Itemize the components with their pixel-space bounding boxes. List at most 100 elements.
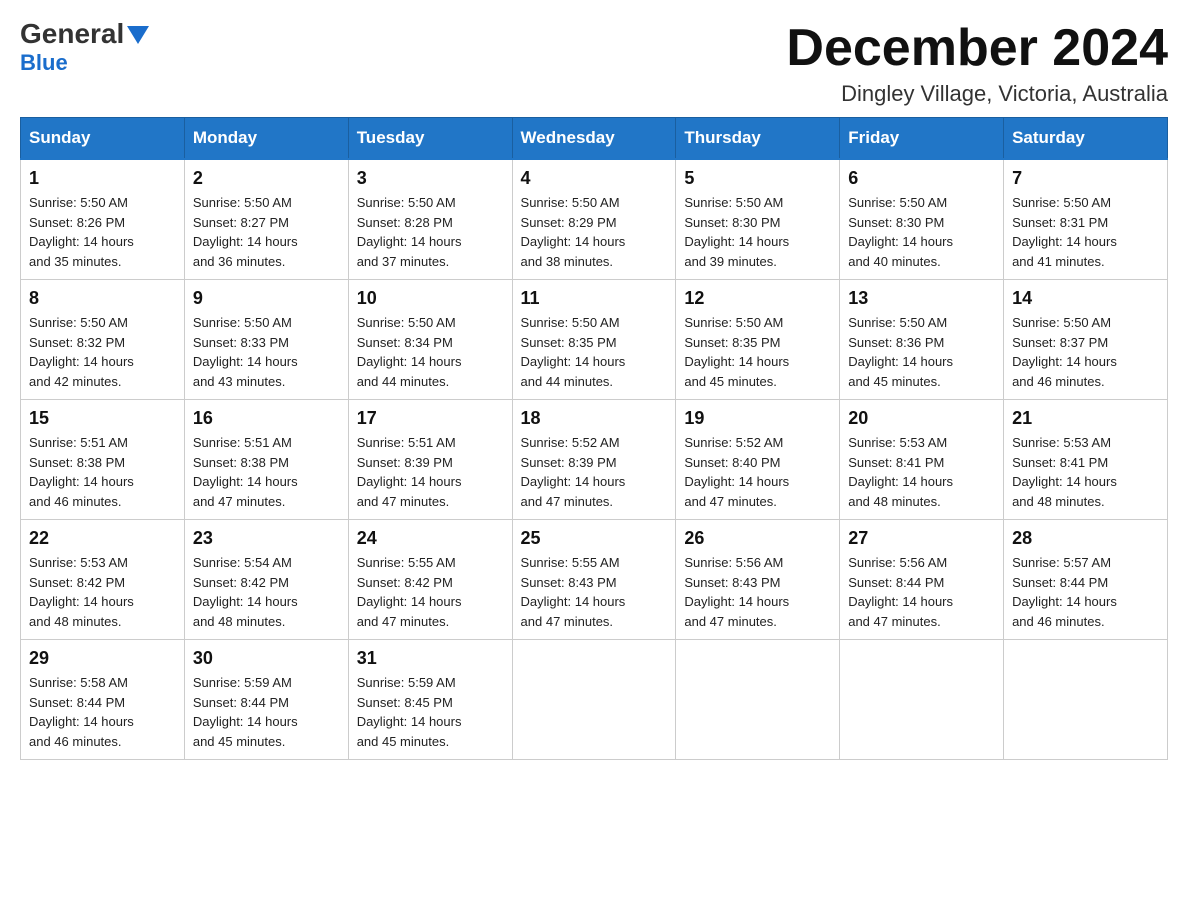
calendar-cell: 29 Sunrise: 5:58 AMSunset: 8:44 PMDayligh…	[21, 640, 185, 760]
day-info: Sunrise: 5:50 AMSunset: 8:33 PMDaylight:…	[193, 313, 340, 391]
calendar-cell: 14 Sunrise: 5:50 AMSunset: 8:37 PMDayligh…	[1004, 280, 1168, 400]
day-number: 3	[357, 168, 504, 189]
header-tuesday: Tuesday	[348, 118, 512, 160]
calendar-body: 1Sunrise: 5:50 AMSunset: 8:26 PMDaylight…	[21, 159, 1168, 760]
day-number: 1	[29, 168, 176, 189]
calendar-cell	[676, 640, 840, 760]
header-thursday: Thursday	[676, 118, 840, 160]
day-number: 27	[848, 528, 995, 549]
calendar-header: SundayMondayTuesdayWednesdayThursdayFrid…	[21, 118, 1168, 160]
calendar-cell: 20 Sunrise: 5:53 AMSunset: 8:41 PMDayligh…	[840, 400, 1004, 520]
calendar-cell: 6 Sunrise: 5:50 AMSunset: 8:30 PMDaylight…	[840, 159, 1004, 280]
calendar-cell	[512, 640, 676, 760]
week-row-3: 15 Sunrise: 5:51 AMSunset: 8:38 PMDayligh…	[21, 400, 1168, 520]
header-sunday: Sunday	[21, 118, 185, 160]
calendar-cell	[1004, 640, 1168, 760]
logo-blue: Blue	[20, 50, 68, 76]
day-info: Sunrise: 5:50 AMSunset: 8:28 PMDaylight:…	[357, 193, 504, 271]
day-info: Sunrise: 5:50 AMSunset: 8:32 PMDaylight:…	[29, 313, 176, 391]
week-row-5: 29 Sunrise: 5:58 AMSunset: 8:44 PMDayligh…	[21, 640, 1168, 760]
day-info: Sunrise: 5:59 AMSunset: 8:45 PMDaylight:…	[357, 673, 504, 751]
calendar-cell: 28 Sunrise: 5:57 AMSunset: 8:44 PMDayligh…	[1004, 520, 1168, 640]
day-number: 12	[684, 288, 831, 309]
day-info: Sunrise: 5:58 AMSunset: 8:44 PMDaylight:…	[29, 673, 176, 751]
day-info: Sunrise: 5:56 AMSunset: 8:43 PMDaylight:…	[684, 553, 831, 631]
day-info: Sunrise: 5:59 AMSunset: 8:44 PMDaylight:…	[193, 673, 340, 751]
day-info: Sunrise: 5:53 AMSunset: 8:41 PMDaylight:…	[848, 433, 995, 511]
calendar-cell: 17 Sunrise: 5:51 AMSunset: 8:39 PMDayligh…	[348, 400, 512, 520]
day-info: Sunrise: 5:53 AMSunset: 8:42 PMDaylight:…	[29, 553, 176, 631]
day-info: Sunrise: 5:50 AMSunset: 8:37 PMDaylight:…	[1012, 313, 1159, 391]
day-number: 25	[521, 528, 668, 549]
location-subtitle: Dingley Village, Victoria, Australia	[786, 81, 1168, 107]
month-title: December 2024	[786, 20, 1168, 77]
header-monday: Monday	[184, 118, 348, 160]
calendar-cell: 9 Sunrise: 5:50 AMSunset: 8:33 PMDaylight…	[184, 280, 348, 400]
calendar-cell: 18 Sunrise: 5:52 AMSunset: 8:39 PMDayligh…	[512, 400, 676, 520]
day-info: Sunrise: 5:51 AMSunset: 8:39 PMDaylight:…	[357, 433, 504, 511]
header-row: SundayMondayTuesdayWednesdayThursdayFrid…	[21, 118, 1168, 160]
day-info: Sunrise: 5:55 AMSunset: 8:43 PMDaylight:…	[521, 553, 668, 631]
calendar-cell: 24Sunrise: 5:55 AMSunset: 8:42 PMDayligh…	[348, 520, 512, 640]
day-number: 14	[1012, 288, 1159, 309]
day-number: 29	[29, 648, 176, 669]
week-row-4: 22 Sunrise: 5:53 AMSunset: 8:42 PMDayligh…	[21, 520, 1168, 640]
day-info: Sunrise: 5:50 AMSunset: 8:35 PMDaylight:…	[684, 313, 831, 391]
header-wednesday: Wednesday	[512, 118, 676, 160]
calendar-cell: 8 Sunrise: 5:50 AMSunset: 8:32 PMDaylight…	[21, 280, 185, 400]
day-info: Sunrise: 5:50 AMSunset: 8:31 PMDaylight:…	[1012, 193, 1159, 271]
week-row-1: 1Sunrise: 5:50 AMSunset: 8:26 PMDaylight…	[21, 159, 1168, 280]
day-number: 23	[193, 528, 340, 549]
calendar-cell: 5 Sunrise: 5:50 AMSunset: 8:30 PMDaylight…	[676, 159, 840, 280]
day-number: 24	[357, 528, 504, 549]
day-info: Sunrise: 5:52 AMSunset: 8:40 PMDaylight:…	[684, 433, 831, 511]
day-number: 19	[684, 408, 831, 429]
calendar-cell: 23 Sunrise: 5:54 AMSunset: 8:42 PMDayligh…	[184, 520, 348, 640]
day-number: 31	[357, 648, 504, 669]
calendar-cell: 26Sunrise: 5:56 AMSunset: 8:43 PMDayligh…	[676, 520, 840, 640]
logo-triangle-icon	[127, 26, 149, 46]
day-number: 4	[521, 168, 668, 189]
calendar-table: SundayMondayTuesdayWednesdayThursdayFrid…	[20, 117, 1168, 760]
calendar-cell: 12 Sunrise: 5:50 AMSunset: 8:35 PMDayligh…	[676, 280, 840, 400]
calendar-cell: 11Sunrise: 5:50 AMSunset: 8:35 PMDayligh…	[512, 280, 676, 400]
day-number: 8	[29, 288, 176, 309]
day-info: Sunrise: 5:51 AMSunset: 8:38 PMDaylight:…	[29, 433, 176, 511]
day-info: Sunrise: 5:56 AMSunset: 8:44 PMDaylight:…	[848, 553, 995, 631]
calendar-cell: 2 Sunrise: 5:50 AMSunset: 8:27 PMDaylight…	[184, 159, 348, 280]
day-info: Sunrise: 5:50 AMSunset: 8:35 PMDaylight:…	[521, 313, 668, 391]
day-info: Sunrise: 5:50 AMSunset: 8:27 PMDaylight:…	[193, 193, 340, 271]
day-info: Sunrise: 5:50 AMSunset: 8:30 PMDaylight:…	[848, 193, 995, 271]
calendar-cell: 7 Sunrise: 5:50 AMSunset: 8:31 PMDaylight…	[1004, 159, 1168, 280]
day-number: 15	[29, 408, 176, 429]
calendar-cell	[840, 640, 1004, 760]
day-info: Sunrise: 5:54 AMSunset: 8:42 PMDaylight:…	[193, 553, 340, 631]
calendar-cell: 10Sunrise: 5:50 AMSunset: 8:34 PMDayligh…	[348, 280, 512, 400]
day-info: Sunrise: 5:57 AMSunset: 8:44 PMDaylight:…	[1012, 553, 1159, 631]
day-number: 21	[1012, 408, 1159, 429]
day-number: 30	[193, 648, 340, 669]
calendar-cell: 22 Sunrise: 5:53 AMSunset: 8:42 PMDayligh…	[21, 520, 185, 640]
calendar-cell: 27 Sunrise: 5:56 AMSunset: 8:44 PMDayligh…	[840, 520, 1004, 640]
day-number: 7	[1012, 168, 1159, 189]
day-info: Sunrise: 5:53 AMSunset: 8:41 PMDaylight:…	[1012, 433, 1159, 511]
calendar-cell: 3 Sunrise: 5:50 AMSunset: 8:28 PMDaylight…	[348, 159, 512, 280]
day-number: 17	[357, 408, 504, 429]
day-number: 5	[684, 168, 831, 189]
day-number: 28	[1012, 528, 1159, 549]
title-block: December 2024 Dingley Village, Victoria,…	[786, 20, 1168, 107]
day-info: Sunrise: 5:52 AMSunset: 8:39 PMDaylight:…	[521, 433, 668, 511]
day-number: 22	[29, 528, 176, 549]
day-number: 16	[193, 408, 340, 429]
day-info: Sunrise: 5:50 AMSunset: 8:34 PMDaylight:…	[357, 313, 504, 391]
logo-name: General	[20, 20, 124, 48]
day-info: Sunrise: 5:50 AMSunset: 8:30 PMDaylight:…	[684, 193, 831, 271]
day-number: 2	[193, 168, 340, 189]
day-number: 20	[848, 408, 995, 429]
calendar-cell: 21 Sunrise: 5:53 AMSunset: 8:41 PMDayligh…	[1004, 400, 1168, 520]
day-number: 18	[521, 408, 668, 429]
calendar-cell: 1Sunrise: 5:50 AMSunset: 8:26 PMDaylight…	[21, 159, 185, 280]
day-info: Sunrise: 5:50 AMSunset: 8:29 PMDaylight:…	[521, 193, 668, 271]
day-number: 6	[848, 168, 995, 189]
day-number: 9	[193, 288, 340, 309]
